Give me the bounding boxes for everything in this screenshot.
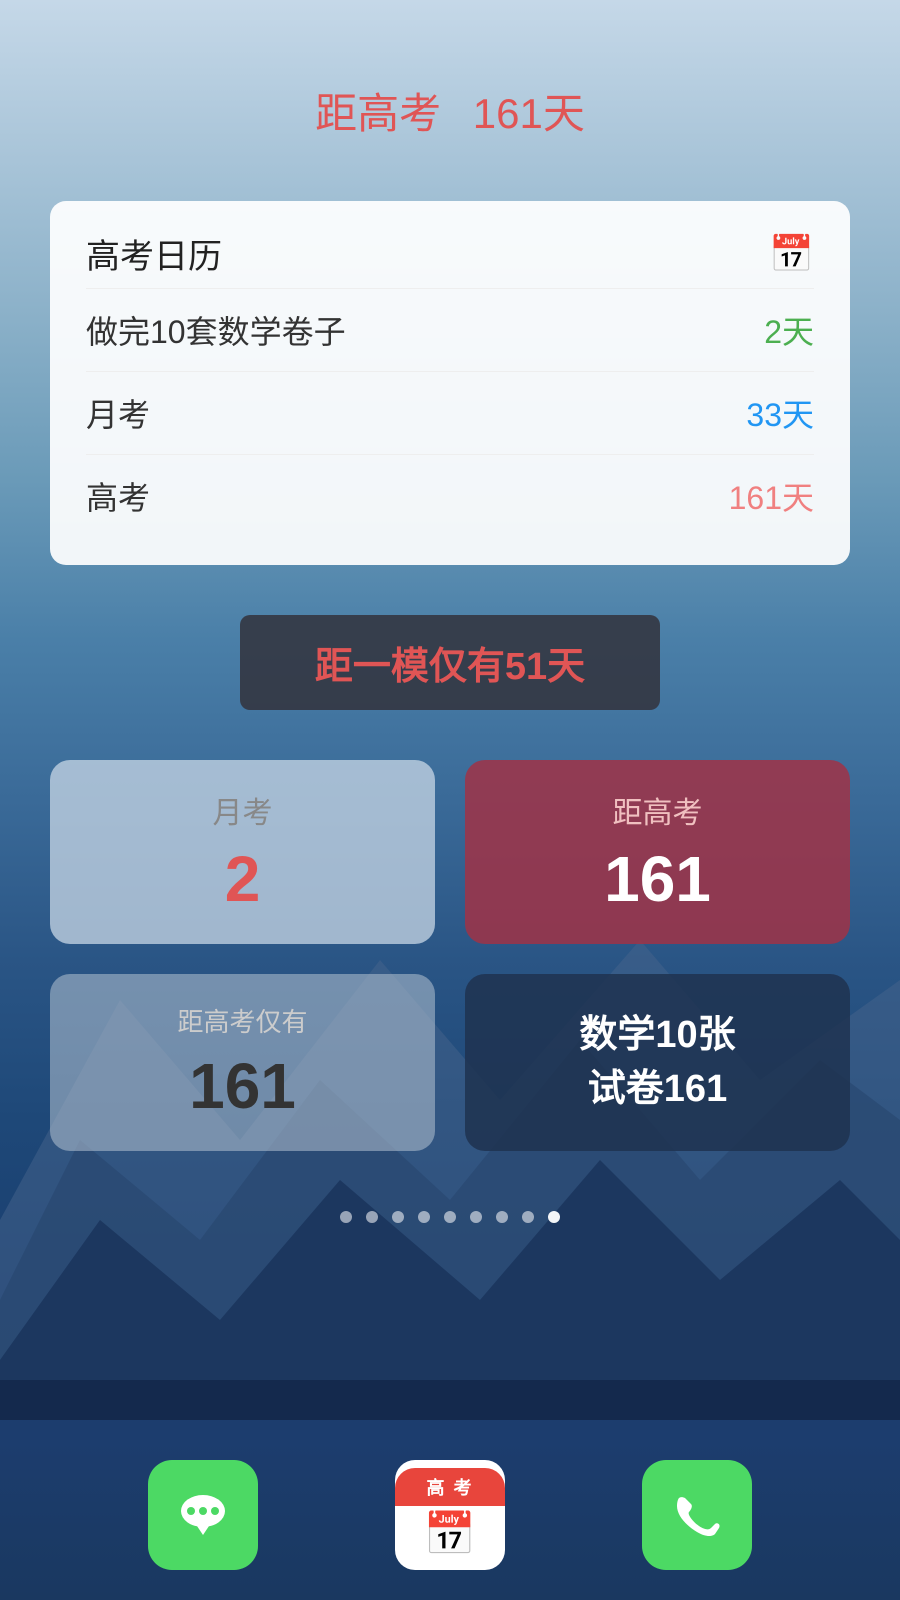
widget-math[interactable]: 数学10张试卷161 (465, 974, 850, 1151)
dot-2[interactable] (392, 1211, 404, 1223)
card-row-label-1: 月考 (86, 390, 150, 436)
card-row-value-0: 2天 (764, 307, 814, 353)
card-row-label-2: 高考 (86, 473, 150, 519)
dot-0[interactable] (340, 1211, 352, 1223)
phone-app-icon[interactable] (642, 1460, 752, 1570)
card-row-value-1: 33天 (746, 390, 814, 436)
widget-gaokao-value: 161 (604, 842, 711, 916)
dot-3[interactable] (418, 1211, 430, 1223)
dot-8[interactable] (548, 1211, 560, 1223)
widget-monthly[interactable]: 月考 2 (50, 760, 435, 944)
widget-gaokao-only-value: 161 (189, 1049, 296, 1123)
page-dots (0, 1211, 900, 1223)
messages-app-icon[interactable] (148, 1460, 258, 1570)
card-row-1: 月考 33天 (86, 371, 814, 454)
gaokao-app-icon[interactable]: 高 考 📅 (395, 1460, 505, 1570)
dot-7[interactable] (522, 1211, 534, 1223)
card-title: 高考日历 (86, 229, 222, 278)
dot-5[interactable] (470, 1211, 482, 1223)
widget-math-text: 数学10张试卷161 (579, 1009, 735, 1115)
dot-6[interactable] (496, 1211, 508, 1223)
top-countdown-days: 161天 (473, 90, 585, 137)
app-bottom-icon: 📅 (424, 1506, 476, 1563)
card-widget: 高考日历 📅 做完10套数学卷子 2天 月考 33天 高考 161天 (50, 201, 850, 565)
banner-text: 距一模仅有51天 (315, 646, 585, 688)
top-countdown-prefix: 距高考 (315, 90, 441, 137)
widget-gaokao-only-label: 距高考仅有 (177, 1002, 307, 1039)
calendar-icon: 📅 (769, 233, 814, 275)
widget-monthly-label: 月考 (213, 788, 273, 832)
card-row-value-2: 161天 (729, 473, 814, 519)
dot-4[interactable] (444, 1211, 456, 1223)
widget-gaokao[interactable]: 距高考 161 (465, 760, 850, 944)
widget-monthly-value: 2 (225, 842, 261, 916)
widget-gaokao-label: 距高考 (613, 788, 703, 832)
banner: 距一模仅有51天 (240, 615, 660, 710)
widget-grid: 月考 2 距高考 161 距高考仅有 161 数学10张试卷161 (50, 760, 850, 1151)
card-row-2: 高考 161天 (86, 454, 814, 537)
dot-1[interactable] (366, 1211, 378, 1223)
card-row-0: 做完10套数学卷子 2天 (86, 288, 814, 371)
dock: 高 考 📅 (0, 1460, 900, 1570)
top-countdown: 距高考 161天 (0, 0, 900, 141)
widget-gaokao-only[interactable]: 距高考仅有 161 (50, 974, 435, 1151)
card-row-label-0: 做完10套数学卷子 (86, 307, 346, 353)
app-top-label: 高 考 (395, 1468, 505, 1506)
